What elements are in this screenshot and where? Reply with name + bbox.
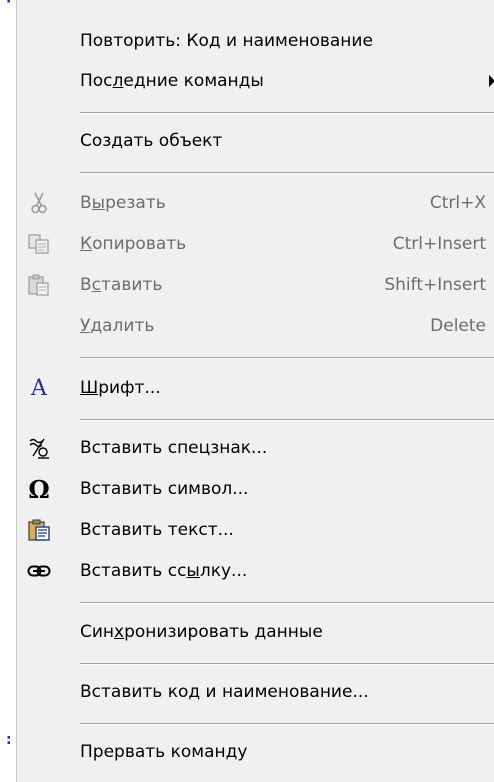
background-strip: · : — [0, 0, 16, 782]
shortcut-text: Ctrl+Insert — [392, 234, 486, 254]
menu-item-label: Вставить символ... — [80, 479, 249, 499]
menu-item-label: Вставить текст... — [80, 520, 234, 540]
paste-icon — [17, 265, 61, 305]
menu-item-insert-symbol[interactable]: Ω Вставить символ... — [17, 469, 494, 509]
menu-item-paste[interactable]: Вставить Shift+Insert — [17, 265, 494, 305]
insert-text-icon — [17, 510, 61, 550]
submenu-arrow-icon — [489, 75, 494, 87]
menu-item-label: Повторить: Код и наименование — [80, 31, 373, 51]
menu-item-delete[interactable]: Удалить Delete — [17, 306, 494, 346]
shortcut-text: Shift+Insert — [384, 275, 486, 295]
menu-item-label: Шрифт... — [80, 378, 161, 398]
font-icon: A — [31, 375, 47, 401]
shortcut-text: Delete — [430, 316, 486, 336]
separator — [80, 419, 494, 421]
menu-item-label: Вставить спецзнак... — [80, 438, 268, 458]
background-mark: · — [6, 0, 12, 10]
menu-item-cut[interactable]: Вырезать Ctrl+X — [17, 183, 494, 223]
separator — [80, 112, 494, 114]
menu-item-insert-code-name[interactable]: Вставить код и наименование... — [17, 672, 494, 712]
menu-item-label: Копировать — [80, 234, 187, 254]
menu-item-label: Удалить — [80, 316, 155, 336]
separator — [80, 723, 494, 725]
separator — [80, 602, 494, 604]
menu-item-label: Вставить код и наименование... — [80, 682, 369, 702]
context-menu: Повторить: Код и наименование Последние … — [16, 0, 494, 782]
menu-item-label: Прервать команду — [80, 742, 248, 762]
shortcut-text: Ctrl+X — [429, 193, 486, 213]
menu-item-label: Вставить — [80, 275, 163, 295]
separator — [80, 357, 494, 359]
omega-icon: Ω — [28, 474, 50, 504]
menu-item-label: Синхронизировать данные — [80, 622, 323, 642]
menu-item-label: Вырезать — [80, 193, 166, 213]
menu-item-sync-data[interactable]: Синхронизировать данные — [17, 612, 494, 652]
menu-item-label: Вставить ссылку... — [80, 561, 248, 581]
menu-item-copy[interactable]: Копировать Ctrl+Insert — [17, 224, 494, 264]
menu-item-font[interactable]: A Шрифт... — [17, 368, 494, 408]
menu-item-insert-link[interactable]: Вставить ссылку... — [17, 551, 494, 591]
menu-item-abort-command[interactable]: Прервать команду — [17, 732, 494, 772]
separator — [80, 663, 494, 665]
special-sign-icon — [17, 428, 61, 468]
link-icon — [17, 551, 61, 591]
menu-item-insert-special-sign[interactable]: Вставить спецзнак... — [17, 428, 494, 468]
separator — [80, 172, 494, 174]
scissors-icon — [17, 183, 61, 223]
menu-item-label: Последние команды — [80, 71, 264, 91]
menu-item-repeat[interactable]: Повторить: Код и наименование — [17, 21, 494, 61]
menu-item-label: Создать объект — [80, 131, 223, 151]
copy-icon — [17, 224, 61, 264]
background-mark: : — [6, 732, 12, 748]
menu-item-recent-commands[interactable]: Последние команды — [17, 61, 494, 101]
menu-item-create-object[interactable]: Создать объект — [17, 121, 494, 161]
menu-item-insert-text[interactable]: Вставить текст... — [17, 510, 494, 550]
